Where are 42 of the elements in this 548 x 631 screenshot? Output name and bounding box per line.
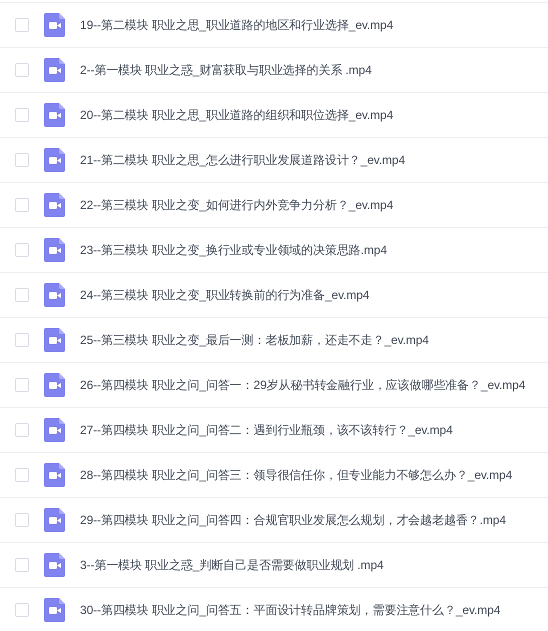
checkbox[interactable]: [15, 243, 29, 257]
checkbox[interactable]: [15, 378, 29, 392]
checkbox[interactable]: [15, 423, 29, 437]
video-file-icon: [44, 508, 65, 532]
video-file-icon: [44, 13, 65, 37]
checkbox[interactable]: [15, 18, 29, 32]
checkbox[interactable]: [15, 603, 29, 617]
video-file-icon: [44, 328, 65, 352]
checkbox[interactable]: [15, 558, 29, 572]
file-name[interactable]: 2--第一模块 职业之惑_财富获取与职业选择的关系 .mp4: [80, 62, 372, 78]
file-name[interactable]: 20--第二模块 职业之思_职业道路的组织和职位选择_ev.mp4: [80, 106, 394, 124]
video-file-icon: [44, 103, 65, 127]
checkbox[interactable]: [15, 333, 29, 347]
file-name[interactable]: 30--第四模块 职业之问_问答五：平面设计转品牌策划，需要注意什么？_ev.mp4: [80, 602, 500, 618]
file-name[interactable]: 19--第二模块 职业之思_职业道路的地区和行业选择_ev.mp4: [80, 16, 394, 34]
checkbox[interactable]: [15, 198, 29, 212]
video-file-icon: [44, 193, 65, 217]
file-name[interactable]: 28--第四模块 职业之问_问答三：领导很信任你，但专业能力不够怎么办？_ev.mp4: [80, 466, 512, 484]
checkbox[interactable]: [15, 108, 29, 122]
file-name[interactable]: 22--第三模块 职业之变_如何进行内外竞争力分析？_ev.mp4: [80, 196, 394, 214]
file-name[interactable]: 21--第二模块 职业之思_怎么进行职业发展道路设计？_ev.mp4: [80, 152, 406, 168]
file-name[interactable]: 24--第三模块 职业之变_职业转换前的行为准备_ev.mp4: [80, 286, 370, 304]
video-file-icon: [44, 598, 65, 622]
video-file-icon: [44, 373, 65, 397]
checkbox[interactable]: [15, 288, 29, 302]
file-name[interactable]: 29--第四模块 职业之问_问答四：合规官职业发展怎么规划，才会越老越香？.mp4: [80, 512, 506, 528]
file-name[interactable]: 3--第一模块 职业之惑_判断自己是否需要做职业规划 .mp4: [80, 556, 384, 574]
video-file-icon: [44, 463, 65, 487]
file-name[interactable]: 26--第四模块 职业之问_问答一：29岁从秘书转金融行业，应该做哪些准备？_ev.mp4: [80, 376, 526, 394]
checkbox[interactable]: [15, 513, 29, 527]
file-name[interactable]: 23--第三模块 职业之变_换行业或专业领域的决策思路.mp4: [80, 242, 387, 258]
checkbox[interactable]: [15, 63, 29, 77]
video-file-icon: [44, 283, 65, 307]
video-file-icon: [44, 418, 65, 442]
video-file-icon: [44, 553, 65, 577]
video-file-icon: [44, 58, 65, 82]
video-file-icon: [44, 238, 65, 262]
file-name[interactable]: 25--第三模块 职业之变_最后一测：老板加薪，还走不走？_ev.mp4: [80, 332, 429, 348]
checkbox[interactable]: [15, 468, 29, 482]
file-name[interactable]: 27--第四模块 职业之问_问答二：遇到行业瓶颈，该不该转行？_ev.mp4: [80, 422, 453, 438]
checkbox[interactable]: [15, 153, 29, 167]
video-file-icon: [44, 148, 65, 172]
